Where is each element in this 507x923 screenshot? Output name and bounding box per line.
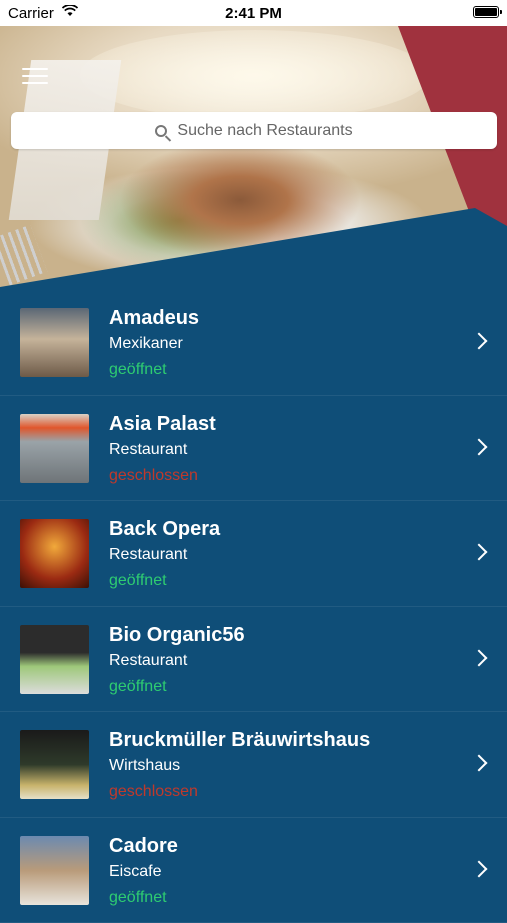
open-status: geöffnet [109, 678, 167, 696]
restaurant-thumbnail [20, 519, 89, 588]
restaurant-category: Restaurant [109, 441, 187, 459]
restaurant-list: Amadeus Mexikaner geöffnet Asia Palast R… [0, 290, 507, 923]
battery-icon [473, 6, 499, 18]
chevron-right-icon [471, 755, 488, 772]
open-status: geschlossen [109, 467, 198, 485]
status-bar: Carrier 2:41 PM [0, 0, 507, 26]
restaurant-category: Mexikaner [109, 335, 183, 353]
restaurant-thumbnail [20, 836, 89, 905]
list-item[interactable]: Bio Organic56 Restaurant geöffnet [0, 607, 507, 713]
list-item[interactable]: Cadore Eiscafe geöffnet [0, 818, 507, 923]
header-image [0, 0, 507, 300]
list-item[interactable]: Bruckmüller Bräuwirtshaus Wirtshaus gesc… [0, 712, 507, 818]
chevron-right-icon [471, 649, 488, 666]
restaurant-name: Bruckmüller Bräuwirtshaus [109, 729, 370, 752]
list-item[interactable]: Amadeus Mexikaner geöffnet [0, 290, 507, 396]
open-status: geöffnet [109, 889, 167, 907]
restaurant-name: Amadeus [109, 307, 199, 330]
chevron-right-icon [471, 438, 488, 455]
restaurant-category: Restaurant [109, 652, 187, 670]
open-status: geöffnet [109, 361, 167, 379]
search-placeholder: Suche nach Restaurants [177, 122, 352, 140]
open-status: geöffnet [109, 572, 167, 590]
search-bar[interactable]: Suche nach Restaurants [11, 112, 497, 149]
restaurant-thumbnail [20, 730, 89, 799]
hamburger-menu-icon[interactable] [22, 68, 48, 84]
restaurant-name: Back Opera [109, 518, 220, 541]
list-item[interactable]: Back Opera Restaurant geöffnet [0, 501, 507, 607]
restaurant-name: Bio Organic56 [109, 624, 245, 647]
list-item[interactable]: Asia Palast Restaurant geschlossen [0, 396, 507, 502]
restaurant-thumbnail [20, 625, 89, 694]
restaurant-thumbnail [20, 308, 89, 377]
restaurant-name: Cadore [109, 835, 178, 858]
restaurant-name: Asia Palast [109, 413, 216, 436]
restaurant-category: Eiscafe [109, 863, 161, 881]
restaurant-category: Wirtshaus [109, 757, 180, 775]
clock: 2:41 PM [0, 5, 507, 22]
chevron-right-icon [471, 333, 488, 350]
open-status: geschlossen [109, 783, 198, 801]
restaurant-thumbnail [20, 414, 89, 483]
search-icon [155, 125, 167, 137]
chevron-right-icon [471, 860, 488, 877]
chevron-right-icon [471, 544, 488, 561]
restaurant-category: Restaurant [109, 546, 187, 564]
